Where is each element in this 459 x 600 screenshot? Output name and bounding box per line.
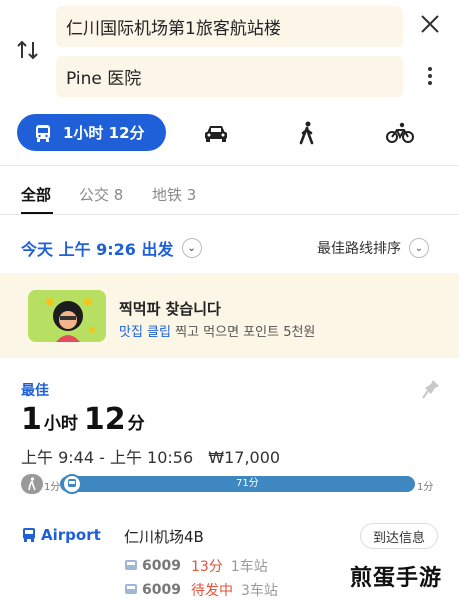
bus-number: 6009	[142, 582, 181, 598]
filter-tab-all[interactable]: 全部	[21, 184, 51, 205]
bus-line-label[interactable]: Airport	[21, 526, 101, 544]
departure-time-text: 今天 上午 9:26 出发	[21, 240, 174, 259]
bus-icon	[125, 560, 137, 570]
bus-icon	[125, 584, 137, 594]
transit-duration-label: 1小时 12分	[63, 124, 145, 142]
bus-arrival-row: 6009 13分 1车站	[124, 556, 268, 576]
bus-arrival-row: 6009 待发中 3车站	[124, 580, 278, 600]
promo-subtitle-rest: 찍고 먹으면 포인트 5천원	[170, 325, 316, 340]
walk-end-minutes: 1分	[417, 482, 434, 493]
line-name: Airport	[41, 526, 101, 544]
chevron-down-icon: ⌄	[409, 238, 429, 258]
walk-icon	[28, 477, 36, 491]
watermark-text: 煎蛋手游	[350, 566, 443, 591]
close-button[interactable]	[414, 8, 446, 40]
pin-route-button[interactable]	[421, 378, 441, 404]
chevron-down-icon: ⌄	[181, 238, 202, 258]
bus-stops-away: 3车站	[240, 583, 278, 599]
divider	[0, 165, 459, 166]
promo-illustration	[28, 290, 106, 342]
time-range-text: 上午 9:44 - 上午 10:56	[21, 448, 194, 467]
destination-text: Pine 医院	[66, 69, 142, 89]
bus-number: 6009	[142, 558, 181, 574]
promo-title: 찍먹파 찾습니다	[119, 300, 221, 318]
promo-subtitle-accent: 맛집 클립	[119, 325, 171, 340]
more-menu-button[interactable]	[420, 64, 440, 94]
bus-wait-time: 13分	[190, 559, 223, 575]
route-time-range: 上午 9:44 - 上午 10:56 ₩17,000	[21, 444, 280, 468]
bus-icon	[68, 479, 76, 487]
filter-tab-bus[interactable]: 公交 8	[79, 184, 123, 205]
stop-name: 仁川机场4B	[124, 528, 204, 546]
pin-icon	[422, 380, 439, 399]
sort-label: 最佳路线排序	[317, 241, 401, 257]
mode-tab-transit[interactable]: 1小时 12分	[17, 114, 166, 151]
walk-segment-start	[21, 474, 43, 494]
destination-field[interactable]: Pine 医院	[56, 56, 403, 97]
filter-tab-subway[interactable]: 地铁 3	[152, 184, 196, 205]
best-route-badge: 最佳	[21, 383, 49, 399]
swap-icon	[17, 40, 38, 60]
fare-text: ₩17,000	[208, 448, 281, 467]
close-icon	[421, 15, 439, 33]
ride-minutes: 71分	[236, 478, 259, 489]
walk-icon	[299, 121, 314, 145]
departure-time-selector[interactable]: 今天 上午 9:26 出发 ⌄	[21, 236, 202, 260]
car-icon	[205, 126, 227, 142]
bus-icon	[23, 528, 35, 542]
origin-field[interactable]: 仁川国际机场第1旅客航站楼	[56, 6, 403, 47]
bus-stops-away: 1车站	[230, 559, 268, 575]
mode-tab-car[interactable]	[201, 118, 231, 148]
arrival-info-button[interactable]: 到达信息	[360, 523, 438, 549]
bus-wait-time: 待发中	[190, 583, 233, 599]
mode-tab-walk[interactable]	[292, 118, 322, 148]
bus-segment-start	[62, 474, 82, 494]
sort-selector[interactable]: 最佳路线排序 ⌄	[317, 238, 429, 258]
origin-text: 仁川国际机场第1旅客航站楼	[66, 19, 281, 39]
route-duration: 1 小时 12 分	[21, 402, 145, 437]
divider	[0, 214, 459, 215]
promo-subtitle: 맛집 클립 찍고 먹으면 포인트 5천원	[119, 321, 315, 340]
mode-tab-bike[interactable]	[385, 118, 415, 148]
bike-icon	[386, 122, 414, 143]
bus-icon	[36, 124, 50, 142]
more-vertical-icon	[420, 67, 440, 85]
walk-start-minutes: 1分	[44, 482, 61, 493]
swap-route-button[interactable]	[14, 36, 42, 64]
